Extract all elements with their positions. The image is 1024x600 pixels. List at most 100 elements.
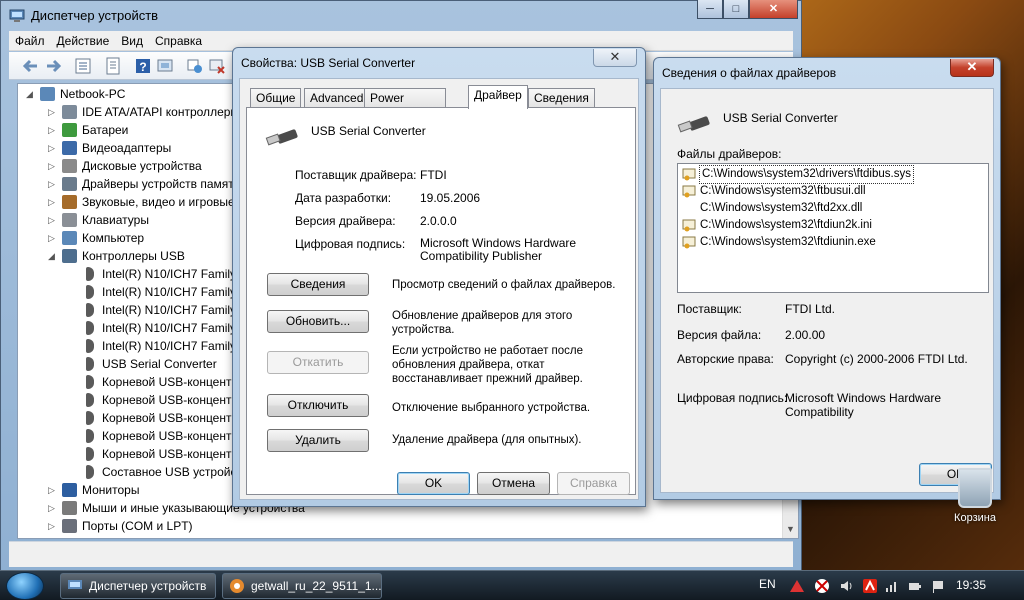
dialog-body: Общие Advanced Power Management Драйвер … [239,78,639,500]
expander-icon[interactable]: ▷ [48,157,58,175]
menu-action[interactable]: Действие [51,31,116,51]
antivirus-icon[interactable] [814,578,830,594]
disable-device-button[interactable]: Отключить [267,394,369,417]
status-bar [9,541,793,567]
tree-item-label: Батареи [82,123,129,137]
expander-icon[interactable]: ▷ [48,481,58,499]
help-icon[interactable]: ? [133,56,153,76]
uninstall-driver-button[interactable]: Удалить [267,429,369,452]
expander-icon[interactable]: ▷ [48,193,58,211]
scan-hardware-icon[interactable] [155,56,175,76]
start-button[interactable] [6,572,44,600]
computer-icon [40,87,55,101]
file-path: C:\Windows\system32\ftdiunin.exe [700,236,876,248]
tab-general[interactable]: Общие [250,88,302,108]
avira-icon[interactable] [862,578,878,594]
close-main-button[interactable]: ✕ [749,0,798,19]
tree-item-label: Видеоадаптеры [82,141,172,155]
ok-button[interactable]: OK [397,472,470,495]
expander-icon[interactable]: ▷ [48,499,58,517]
power-icon[interactable] [907,578,923,594]
network-warning-icon[interactable] [789,578,805,594]
close-button[interactable]: ✕ [593,49,637,67]
language-indicator[interactable]: EN [759,577,776,591]
files-signature-label: Цифровая подпись: [677,391,788,405]
usb-plug-icon [86,411,94,425]
rollback-driver-desc: Если устройство не работает после обновл… [392,345,584,385]
taskbar-device-manager[interactable]: Диспетчер устройств [60,573,216,599]
files-close-button[interactable]: ✕ [950,59,994,77]
driver-files-list[interactable]: C:\Windows\system32\drivers\ftdibus.sys C… [677,163,989,293]
file-path: C:\Windows\system32\ftd2xx.dll [700,202,863,214]
menu-help[interactable]: Справка [149,31,208,51]
tree-item-label: Компьютер [82,231,145,245]
driver-details-button[interactable]: Сведения [267,273,369,296]
usb-icon [62,249,77,263]
monitor-icon [62,483,77,497]
tree-item-label: USB Serial Converter [102,357,217,371]
recycle-bin-icon [958,468,992,508]
usb-plug-icon [86,375,94,389]
driver-details-desc: Просмотр сведений о файлах драйверов. [392,279,616,291]
properties-dialog: Свойства: USB Serial Converter ✕ Общие A… [232,47,646,507]
menu-view[interactable]: Вид [115,31,149,51]
tab-details[interactable]: Сведения [528,88,595,108]
expander-icon[interactable]: ◢ [26,85,36,103]
expander-icon[interactable]: ▷ [48,517,58,535]
expander-icon[interactable]: ▷ [48,139,58,157]
cancel-button[interactable]: Отмена [477,472,550,495]
tree-view-icon[interactable] [73,56,93,76]
expander-icon[interactable]: ▷ [48,103,58,121]
tab-driver[interactable]: Драйвер [468,85,528,109]
dialog-title: Свойства: USB Serial Converter [241,56,416,70]
usb-plug-icon [86,285,94,299]
rollback-driver-button[interactable]: Откатить [267,351,369,374]
expander-icon[interactable]: ▷ [48,229,58,247]
usb-plug-icon [86,321,94,335]
recycle-bin-label: Корзина [954,512,996,524]
provider-label: Поставщик: [677,302,742,316]
taskbar-label: Диспетчер устройств [89,579,207,593]
signed-certificate-icon [682,236,696,249]
expander-icon[interactable]: ▷ [48,211,58,229]
recycle-bin[interactable]: Корзина [944,468,1006,524]
volume-icon[interactable] [839,578,855,594]
files-device-name: USB Serial Converter [723,111,838,125]
expander-icon[interactable]: ▷ [48,121,58,139]
signed-certificate-icon [682,219,696,232]
driver-provider-label: Поставщик драйвера: [295,168,417,182]
back-arrow-icon[interactable] [21,56,41,76]
tree-item-label: IDE ATA/ATAPI контроллеры [82,105,240,119]
taskbar-browser[interactable]: getwall_ru_22_9511_1... [222,573,382,599]
expander-icon[interactable]: ▷ [48,175,58,193]
flag-icon[interactable] [930,578,946,594]
minimize-button[interactable]: ─ [697,0,723,19]
update-driver-icon[interactable] [185,56,205,76]
scroll-down-icon[interactable]: ▼ [786,524,795,534]
uninstall-icon[interactable] [207,56,227,76]
menu-file[interactable]: Файл [9,31,51,51]
properties-icon[interactable] [103,56,123,76]
provider-value: FTDI Ltd. [785,302,836,316]
title-bar[interactable]: Диспетчер устройств [1,1,801,31]
device-manager-icon [68,580,82,589]
device-name: USB Serial Converter [311,124,426,138]
keyboard-icon [62,213,77,227]
mouse-icon [62,501,77,515]
expander-icon[interactable]: ◢ [48,247,58,265]
signal-icon[interactable] [884,578,900,594]
signed-certificate-icon [682,168,696,181]
tree-item-label: Мониторы [82,483,140,497]
update-driver-button[interactable]: Обновить... [267,310,369,333]
tab-advanced[interactable]: Advanced [304,88,370,108]
battery-icon [62,123,77,137]
digital-signature-value: Microsoft Windows Hardware Compatibility… [420,236,577,263]
clock[interactable]: 19:35 [956,578,986,592]
tab-power-management[interactable]: Power Management [364,88,447,119]
forward-arrow-icon[interactable] [43,56,63,76]
help-button[interactable]: Справка [557,472,630,495]
browser-icon [230,579,244,593]
copyright-label: Авторские права: [677,352,774,366]
maximize-button[interactable]: □ [723,0,749,19]
file-path: C:\Windows\system32\ftdiun2k.ini [700,219,872,231]
